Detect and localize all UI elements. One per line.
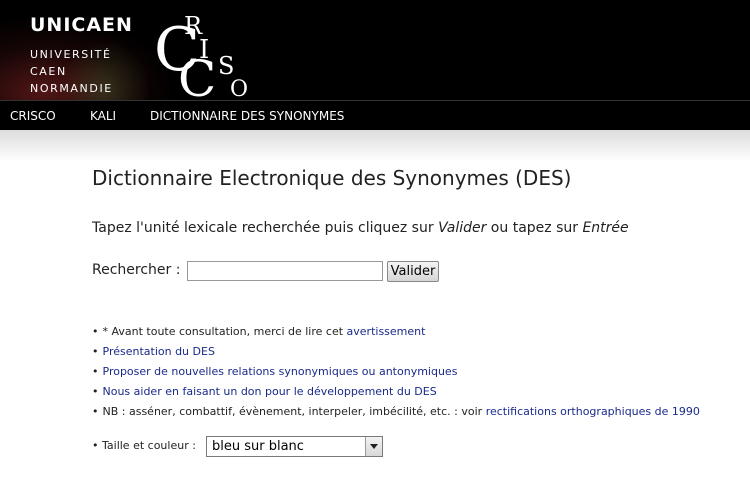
link-prefix: NB : asséner, combattif, évènement, inte… [102,405,486,418]
site-header: UNICAEN UNIVERSITÉ CAEN NORMANDIE C R I … [0,0,750,100]
instructions-part2: ou tapez sur [486,220,583,236]
size-color-selected-value: bleu sur blanc [212,439,304,454]
logo-line-universite: UNIVERSITÉ [30,48,112,61]
instructions-valider: Valider [438,220,487,236]
nav-item-crisco[interactable]: CRISCO [10,109,56,123]
instructions-entree: Entrée [582,220,629,236]
search-label: Rechercher : [92,262,181,278]
chevron-down-icon[interactable] [365,437,382,456]
crisco-logo-graphic: C R I S C O [154,12,248,100]
crisco-letter-s: S [218,52,234,80]
link-prefix: * Avant toute consultation, merci de lir… [102,325,347,338]
size-color-label-text: Taille et couleur : [102,439,196,452]
link-rectifications[interactable]: rectifications orthographiques de 1990 [486,405,700,418]
link-presentation[interactable]: Présentation du DES [103,345,215,358]
size-color-label: • Taille et couleur : [92,439,196,452]
list-item-avertissement: • * Avant toute consultation, merci de li… [92,324,700,344]
search-input[interactable] [187,261,383,281]
nav-item-dictionnaire[interactable]: DICTIONNAIRE DES SYNONYMES [150,109,344,123]
crisco-letter-o: O [230,77,248,100]
logo-line-caen: CAEN [30,65,67,78]
logo-line-normandie: NORMANDIE [30,82,113,95]
link-proposer-relations[interactable]: Proposer de nouvelles relations synonymi… [103,365,458,378]
instructions-part1: Tapez l'unité lexicale recherchée puis c… [92,220,439,236]
crisco-letter-c2: C [178,50,216,100]
size-color-select[interactable]: bleu sur blanc [206,436,383,457]
nav-item-kali[interactable]: KALI [90,109,116,123]
bullet: • [92,325,99,338]
validate-button[interactable]: Valider [387,261,439,282]
bullet: • [92,345,99,358]
link-don[interactable]: Nous aider en faisant un don pour le dév… [103,385,437,398]
bullet: • [92,405,99,418]
bullet: • [92,365,99,378]
unicaen-logo[interactable]: UNICAEN UNIVERSITÉ CAEN NORMANDIE [30,14,133,96]
link-avertissement[interactable]: avertissement [347,325,426,338]
list-item-don: • Nous aider en faisant un don pour le dé… [92,384,700,404]
nav-shadow [0,130,750,162]
bullet: • [92,385,99,398]
list-item-nb: • NB : asséner, combattif, évènement, int… [92,404,700,424]
instructions: Tapez l'unité lexicale recherchée puis c… [92,220,629,236]
info-links-list: • * Avant toute consultation, merci de li… [92,324,700,424]
crisco-logo[interactable]: C R I S C O [150,0,260,100]
bullet: • [92,439,99,452]
top-nav: CRISCO KALI DICTIONNAIRE DES SYNONYMES [0,100,750,131]
list-item-presentation: • Présentation du DES [92,344,700,364]
unicaen-logo-mark: UNICAEN [30,14,133,36]
page-title: Dictionnaire Electronique des Synonymes … [92,166,572,190]
list-item-proposer: • Proposer de nouvelles relations synonym… [92,364,700,384]
